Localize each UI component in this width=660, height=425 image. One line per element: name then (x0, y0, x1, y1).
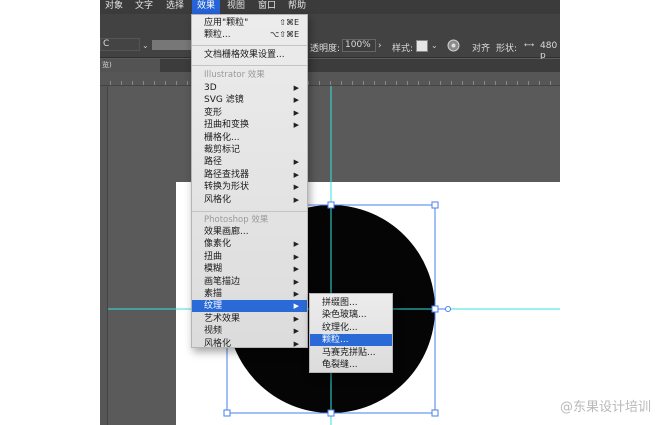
menu-item-label: 变形 (204, 107, 223, 118)
menu-divider (192, 45, 307, 46)
menu-item-photoshop-1[interactable]: 像素化 ▶ (192, 238, 307, 250)
menu-item-label: 纹理化... (322, 322, 358, 333)
section-header-photoshop: Photoshop 效果 (204, 215, 269, 225)
menu-item-label: 视频 (204, 326, 223, 337)
menu-item-label: 栅格化... (204, 132, 240, 143)
menu-item-label: 裁剪标记 (204, 145, 241, 155)
menu-item-label: 颗粒... (322, 335, 349, 346)
menu-item-label: 艺术效果 (204, 313, 241, 324)
menu-item-label: 染色玻璃... (322, 310, 367, 321)
menu-item-label: 路径 (204, 157, 223, 168)
submenu-item-texture-0[interactable]: 拼缀图... (310, 297, 392, 309)
menu-item-label: 像素化 (204, 239, 232, 250)
selection-handle[interactable] (327, 409, 335, 417)
menu-divider (192, 65, 307, 66)
menu-item-photoshop-3[interactable]: 模糊 ▶ (192, 263, 307, 275)
menu-item-illustrator-5[interactable]: 裁剪标记 (192, 144, 307, 156)
menu-item-label: SVG 滤镜 (204, 95, 244, 106)
submenu-arrow-icon: ▶ (293, 195, 299, 204)
submenu-arrow-icon: ▶ (293, 339, 299, 348)
submenu-arrow-icon: ▶ (293, 121, 299, 130)
submenu-arrow-icon: ▶ (293, 302, 299, 311)
menu-divider (192, 211, 307, 212)
menu-item-label: 扭曲 (204, 251, 223, 262)
menu-item-illustrator-8[interactable]: 转换为形状 ▶ (192, 181, 307, 193)
menu-item-illustrator-1[interactable]: SVG 滤镜 ▶ (192, 94, 307, 106)
menu-item-photoshop-7[interactable]: 艺术效果 ▶ (192, 313, 307, 325)
submenu-arrow-icon: ▶ (293, 314, 299, 323)
submenu-item-texture-1[interactable]: 染色玻璃... (310, 309, 392, 321)
submenu-arrow-icon: ▶ (293, 327, 299, 336)
submenu-arrow-icon: ▶ (293, 290, 299, 298)
menu-item-label: 拼缀图... (322, 298, 358, 308)
menu-item-label: 转换为形状 (204, 182, 250, 193)
center-point-widget[interactable] (445, 306, 451, 312)
menu-item-label: 龟裂缝... (322, 360, 358, 370)
selection-handle[interactable] (431, 409, 439, 417)
menu-item-label: 风格化 (204, 194, 232, 205)
effect-menu: 应用"颗粒" ⇧⌘E 颗粒... ⌥⇧⌘E 文档栅格效果设置... Illust… (191, 14, 308, 350)
menu-item-illustrator-0[interactable]: 3D ▶ (192, 82, 307, 94)
shortcut-label: ⇧⌘E (279, 18, 299, 27)
submenu-item-texture-3[interactable]: 颗粒... (310, 334, 392, 347)
selection-handle[interactable] (431, 201, 439, 209)
texture-submenu: 拼缀图... 染色玻璃... 纹理化... 颗粒... 马赛克拼贴... 龟裂缝... (309, 293, 393, 373)
submenu-arrow-icon: ▶ (293, 108, 299, 117)
menu-item-photoshop-9[interactable]: 风格化 ▶ (192, 338, 307, 350)
menu-item-label: 马赛克拼贴... (322, 347, 376, 358)
section-header-illustrator: Illustrator 效果 (204, 70, 265, 80)
menu-item-label: 效果画廊... (204, 227, 249, 237)
submenu-arrow-icon: ▶ (293, 96, 299, 105)
submenu-arrow-icon: ▶ (293, 183, 299, 192)
illustrator-window: 对象 文字 选择 效果 视图 窗口 帮助 C ⌄ 透明度: 100% › 样式:… (100, 0, 560, 425)
menu-item-photoshop-4[interactable]: 画笔描边 ▶ (192, 276, 307, 288)
menu-item-label: 素描 (204, 289, 223, 299)
menu-item-apply-last-effect[interactable]: 应用"颗粒" ⇧⌘E (192, 17, 307, 29)
menu-item-label: 应用"颗粒" (204, 18, 249, 28)
menu-item-photoshop-6[interactable]: 纹理 ▶ (192, 300, 307, 313)
menu-item-photoshop-0[interactable]: 效果画廊... (192, 226, 307, 238)
menu-item-illustrator-7[interactable]: 路径查找器 ▶ (192, 169, 307, 181)
menu-item-label: 文档栅格效果设置... (204, 50, 285, 60)
submenu-arrow-icon: ▶ (293, 240, 299, 249)
menu-item-illustrator-3[interactable]: 扭曲和变换 ▶ (192, 119, 307, 131)
selection-handle[interactable] (223, 409, 231, 417)
menu-item-illustrator-4[interactable]: 栅格化... (192, 132, 307, 144)
menu-item-label: 颗粒... (204, 30, 231, 40)
submenu-arrow-icon: ▶ (293, 252, 299, 261)
shortcut-label: ⌥⇧⌘E (270, 30, 299, 39)
watermark: @东果设计培训 (560, 400, 652, 415)
menu-item-illustrator-2[interactable]: 变形 ▶ (192, 107, 307, 119)
selection-handle[interactable] (327, 201, 335, 209)
submenu-arrow-icon: ▶ (293, 277, 299, 286)
menu-item-last-effect[interactable]: 颗粒... ⌥⇧⌘E (192, 29, 307, 41)
menu-item-label: 风格化 (204, 338, 232, 349)
menu-item-illustrator-6[interactable]: 路径 ▶ (192, 156, 307, 168)
selection-handle[interactable] (431, 305, 439, 313)
menu-item-raster-settings[interactable]: 文档栅格效果设置... (192, 49, 307, 61)
submenu-item-texture-5[interactable]: 龟裂缝... (310, 359, 392, 371)
menu-item-label: 纹理 (204, 301, 223, 312)
menu-item-label: 模糊 (204, 264, 223, 275)
submenu-item-texture-4[interactable]: 马赛克拼贴... (310, 347, 392, 359)
submenu-arrow-icon: ▶ (293, 265, 299, 274)
submenu-arrow-icon: ▶ (293, 170, 299, 179)
submenu-arrow-icon: ▶ (293, 84, 299, 92)
menu-item-photoshop-2[interactable]: 扭曲 ▶ (192, 251, 307, 263)
submenu-item-texture-2[interactable]: 纹理化... (310, 322, 392, 334)
menu-item-photoshop-5[interactable]: 素描 ▶ (192, 288, 307, 300)
menu-item-illustrator-9[interactable]: 风格化 ▶ (192, 194, 307, 206)
menu-item-label: 扭曲和变换 (204, 120, 250, 131)
menu-item-label: 3D (204, 83, 217, 93)
submenu-arrow-icon: ▶ (293, 158, 299, 167)
menu-item-label: 路径查找器 (204, 169, 250, 180)
menu-item-label: 画笔描边 (204, 276, 241, 287)
menu-item-photoshop-8[interactable]: 视频 ▶ (192, 325, 307, 337)
